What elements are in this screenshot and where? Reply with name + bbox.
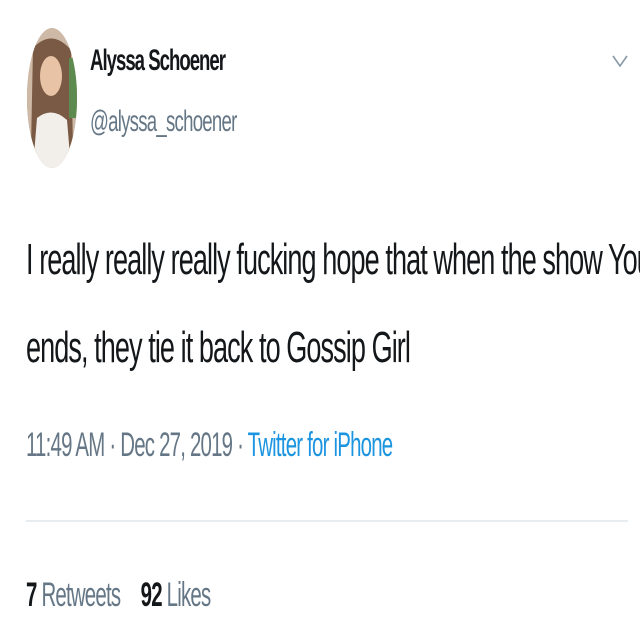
retweets-label: Retweets: [36, 576, 121, 614]
meta-separator: ·: [232, 426, 248, 464]
tweet-card: Alyssa Schoener @alyssa_schoener I reall…: [0, 0, 640, 640]
avatar[interactable]: [27, 28, 77, 168]
tweet-metadata: 11:49 AM · Dec 27, 2019 · Twitter for iP…: [26, 426, 393, 465]
divider: [26, 520, 628, 522]
tweet-text-line: I really really really fucking hope that…: [26, 235, 640, 284]
username-handle[interactable]: @alyssa_schoener: [90, 105, 237, 139]
tweet-text-line: ends, they tie it back to Gossip Girl: [26, 323, 411, 372]
likes-link[interactable]: 92 Likes: [140, 576, 212, 614]
retweets-link[interactable]: 7 Retweets: [26, 576, 121, 614]
tweet-text: I really really really fucking hope that…: [26, 216, 640, 392]
avatar-photo: [27, 28, 77, 168]
tweet-source-link[interactable]: Twitter for iPhone: [248, 426, 393, 464]
chevron-down-icon[interactable]: [610, 50, 630, 70]
retweets-count: 7: [26, 576, 37, 614]
engagement-stats: 7 Retweets 92 Likes: [26, 576, 212, 615]
tweet-time[interactable]: 11:49 AM: [26, 426, 105, 464]
likes-count: 92: [140, 576, 163, 614]
display-name[interactable]: Alyssa Schoener: [90, 44, 226, 78]
likes-label: Likes: [161, 576, 212, 614]
meta-separator: ·: [104, 426, 121, 464]
tweet-date[interactable]: Dec 27, 2019: [120, 426, 233, 464]
